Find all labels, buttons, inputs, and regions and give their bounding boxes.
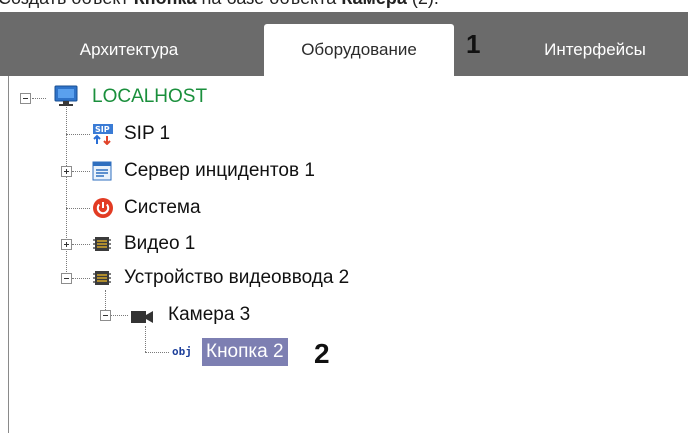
chip-icon bbox=[92, 268, 112, 288]
tree-item-label: Система bbox=[124, 197, 201, 218]
chip-icon bbox=[92, 234, 112, 254]
tree-item-label: Видео 1 bbox=[124, 233, 196, 254]
tree-item-video-capture-device[interactable]: Устройство видеоввода 2 bbox=[0, 263, 440, 293]
tab-interfaces[interactable]: Интерфейсы bbox=[510, 24, 680, 76]
tree-item-camera[interactable]: Камера 3 bbox=[0, 300, 300, 330]
tree-item-label: Камера 3 bbox=[168, 304, 251, 325]
obj-icon: obj bbox=[172, 345, 192, 358]
tree-item-localhost[interactable]: LOCALHOST bbox=[0, 82, 260, 112]
tab-bar: Архитектура Оборудование Интерфейсы bbox=[0, 12, 688, 76]
tree-item-label: Сервер инцидентов 1 bbox=[124, 160, 315, 181]
power-icon bbox=[92, 197, 114, 219]
tree-item-label-selected: Кнопка 2 bbox=[202, 338, 288, 366]
tree-item-video[interactable]: Видео 1 bbox=[0, 229, 240, 259]
tree-item-label: SIP 1 bbox=[124, 123, 171, 144]
tree-item-button[interactable]: obj Кнопка 2 bbox=[0, 337, 320, 367]
tree-item-system[interactable]: Система bbox=[0, 193, 240, 223]
tab-equipment[interactable]: Оборудование bbox=[264, 24, 454, 76]
tree-item-sip[interactable]: SIP SIP 1 bbox=[0, 119, 200, 149]
tree-item-incident-server[interactable]: Сервер инцидентов 1 bbox=[0, 156, 380, 186]
callout-marker-1: 1 bbox=[466, 29, 481, 59]
monitor-icon bbox=[54, 85, 78, 107]
svg-text:SIP: SIP bbox=[95, 125, 110, 134]
incident-server-icon bbox=[92, 161, 112, 181]
callout-marker-2: 2 bbox=[314, 338, 330, 369]
camera-icon bbox=[130, 306, 154, 324]
tree-item-label: Устройство видеоввода 2 bbox=[124, 267, 350, 288]
instruction-caption: Создать объект Кнопка на базе объекта Ка… bbox=[0, 0, 439, 9]
tab-architecture[interactable]: Архитектура bbox=[44, 24, 214, 76]
tree-item-label: LOCALHOST bbox=[92, 86, 208, 107]
sip-icon: SIP bbox=[92, 123, 116, 146]
hardware-tree: LOCALHOST SIP SIP 1 Сервер инцидентов 1 … bbox=[0, 76, 688, 433]
